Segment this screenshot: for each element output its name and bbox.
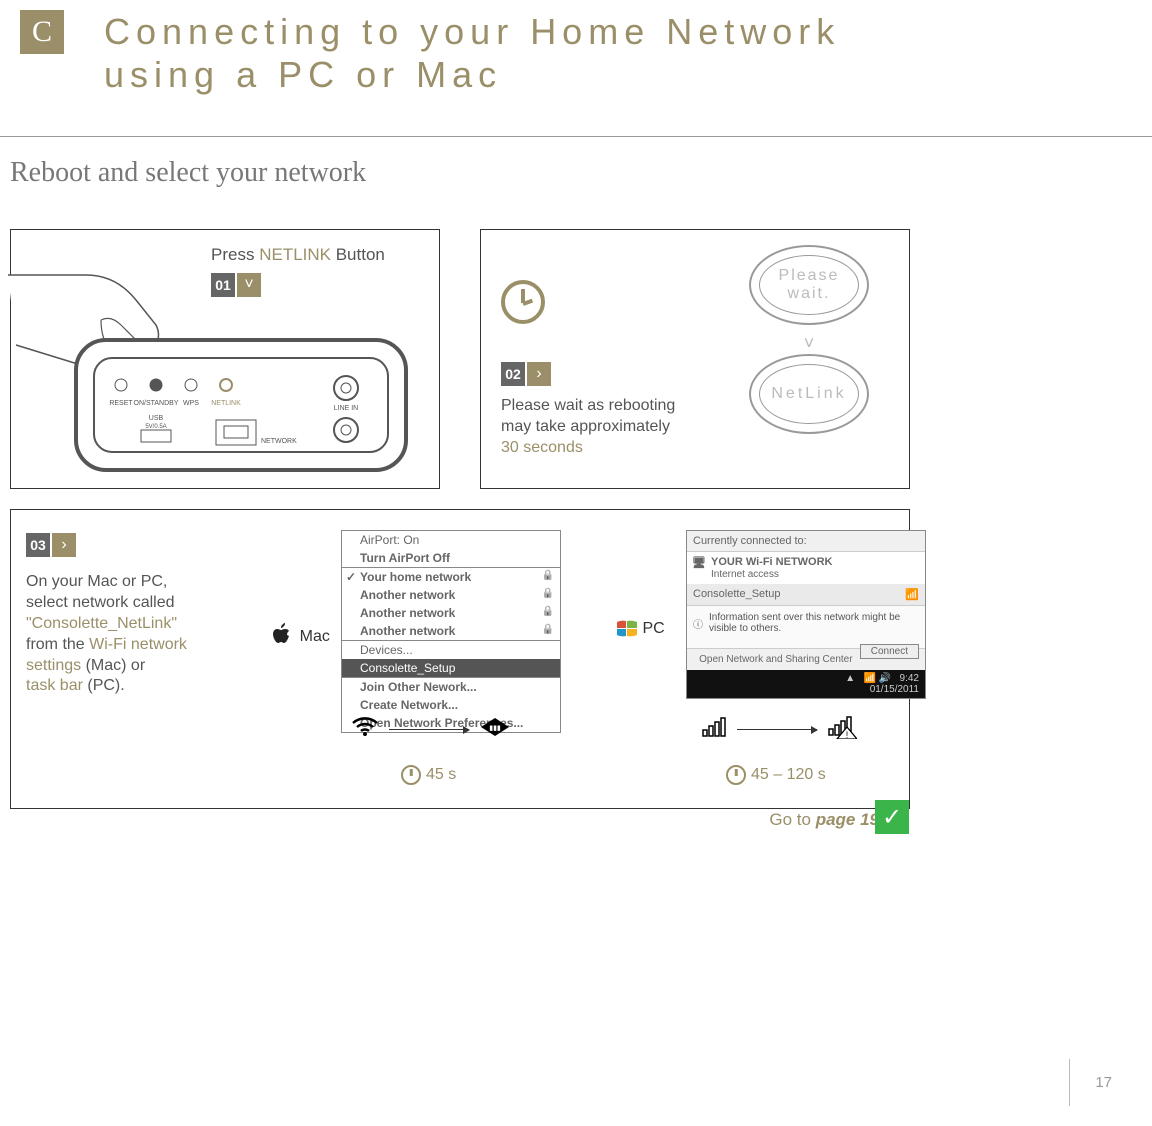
- signal-icon: 📶: [905, 588, 919, 601]
- menu-network-item: Your home network: [342, 568, 560, 586]
- svg-text:USB: USB: [149, 415, 164, 422]
- popup-info: ⓘ Information sent over this network mig…: [687, 605, 925, 640]
- step-2-number: 02: [501, 362, 525, 386]
- arrow-icon: [737, 729, 817, 730]
- step-arrow-icon: ›: [527, 362, 551, 386]
- wifi-diamond-icon: ▮▮▮: [479, 716, 511, 743]
- mac-wifi-menu: AirPort: On Turn AirPort Off Your home n…: [271, 530, 571, 733]
- step-1-label: Press NETLINK Button: [211, 245, 429, 265]
- divider: [0, 136, 1152, 137]
- svg-text:▮▮▮: ▮▮▮: [489, 725, 501, 732]
- popup-network-row: Consolette_Setup📶: [687, 584, 925, 605]
- menu-join-other: Join Other Nework...: [342, 678, 560, 696]
- svg-text:WPS: WPS: [183, 400, 199, 407]
- svg-text:5V/0.5A: 5V/0.5A: [145, 424, 166, 430]
- step-arrow-icon: ›: [52, 533, 76, 557]
- menu-devices: Devices...: [342, 641, 560, 659]
- menu-airport-status: AirPort: On: [342, 531, 560, 549]
- svg-text:LINE IN: LINE IN: [334, 405, 359, 412]
- page-number: 17: [1069, 1059, 1112, 1106]
- check-badge-icon: ✓: [875, 800, 909, 834]
- display-ring-2: NetLink: [749, 354, 869, 434]
- sub-heading: Reboot and select your network: [10, 157, 1142, 189]
- mac-wifi-transition: ▮▮▮: [351, 715, 511, 744]
- clock-icon: [501, 280, 545, 324]
- popup-current-network: 🖥 YOUR Wi-Fi NETWORKInternet access: [687, 551, 925, 584]
- menu-selected-network: Consolette_Setup: [342, 659, 560, 677]
- taskbar: ▲ 📶 🔊 9:4201/15/2011: [687, 670, 925, 698]
- svg-text:ON/STANDBY: ON/STANDBY: [134, 400, 179, 407]
- menu-turn-off: Turn AirPort Off: [342, 549, 560, 567]
- step-3-text: On your Mac or PC, select network called…: [26, 572, 226, 697]
- svg-text:NETWORK: NETWORK: [261, 438, 297, 445]
- step-3-card: 03 › On your Mac or PC, select network c…: [10, 509, 910, 809]
- device-illustration: RESET ON/STANDBY WPS NETLINK USB 5V/0.5A…: [6, 270, 426, 480]
- wait-text: Please wait as rebooting may take approx…: [501, 396, 691, 458]
- section-letter-badge: C: [20, 10, 64, 54]
- pc-wait-time: 45 – 120 s: [726, 765, 826, 785]
- pc-wifi-popup: Currently connected to: 🖥 YOUR Wi-Fi NET…: [631, 530, 891, 699]
- page-title: Connecting to your Home Network using a …: [104, 10, 840, 96]
- signal-bars-alert-icon: !: [827, 715, 857, 744]
- display-ring-1: Please wait.: [749, 245, 869, 325]
- signal-bars-icon: [701, 716, 727, 743]
- menu-create-network: Create Network...: [342, 696, 560, 714]
- menu-network-item: Another network: [342, 622, 560, 640]
- svg-text:NETLINK: NETLINK: [211, 400, 241, 407]
- step-1-card: Press NETLINK Button 01 ˅: [10, 229, 440, 489]
- go-to-page-link[interactable]: Go to page 19: [769, 810, 879, 830]
- pc-wifi-transition: !: [701, 715, 857, 744]
- popup-header: Currently connected to:: [687, 531, 925, 551]
- info-icon: ⓘ: [693, 616, 703, 631]
- menu-network-item: Another network: [342, 586, 560, 604]
- wifi-icon: [351, 715, 379, 744]
- step-2-card: 02 › Please wait as rebooting may take a…: [480, 229, 910, 489]
- clock-icon: [726, 765, 746, 785]
- connect-button[interactable]: Connect: [860, 644, 919, 659]
- svg-text:!: !: [846, 730, 849, 739]
- arrow-icon: [389, 729, 469, 730]
- chevron-down-icon: ˅: [719, 333, 899, 354]
- mac-wait-time: 45 s: [401, 765, 456, 785]
- step-3-number: 03: [26, 533, 50, 557]
- clock-icon: [401, 765, 421, 785]
- network-icon: 🖥: [692, 556, 706, 569]
- menu-network-item: Another network: [342, 604, 560, 622]
- svg-text:RESET: RESET: [109, 400, 133, 407]
